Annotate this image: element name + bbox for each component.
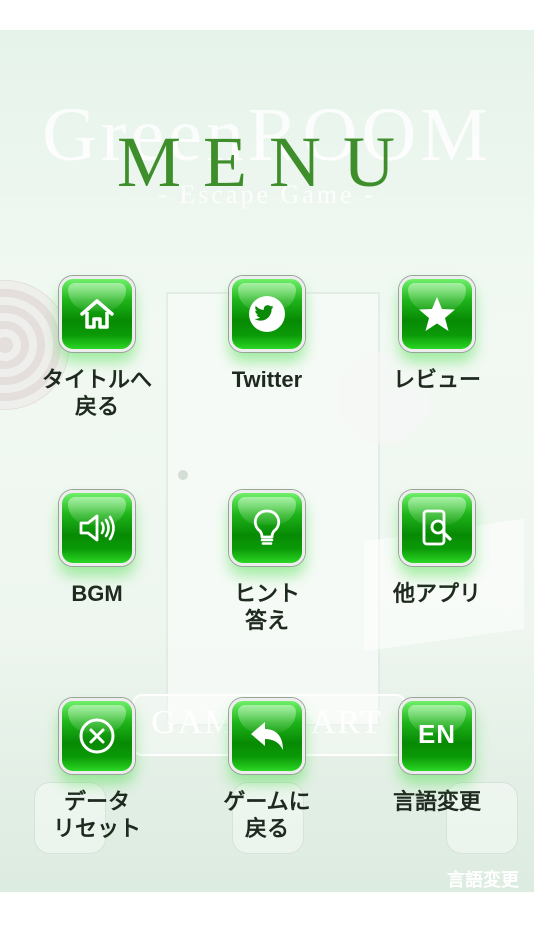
- twitter-icon-button[interactable]: [229, 276, 305, 352]
- back-to-title-icon-button[interactable]: [59, 276, 135, 352]
- menu-title: MENU: [117, 122, 417, 202]
- phone-search-icon: [422, 509, 452, 546]
- speaker-icon: [79, 514, 115, 542]
- hint-answer-label: ヒント 答え: [233, 581, 300, 633]
- hint-answer-button[interactable]: ヒント 答え: [192, 490, 342, 634]
- data-reset-label: データ リセット: [52, 789, 141, 841]
- twitter-icon: [249, 296, 285, 332]
- data-reset-button[interactable]: データ リセット: [22, 698, 172, 842]
- twitter-button[interactable]: Twitter: [192, 276, 342, 393]
- change-language-button[interactable]: EN 言語変更: [362, 698, 512, 815]
- bgm-icon-button[interactable]: [59, 490, 135, 566]
- close-circle-icon: [79, 718, 115, 754]
- bgm-label: BGM: [71, 581, 123, 606]
- twitter-label: Twitter: [231, 367, 303, 392]
- other-apps-label: 他アプリ: [392, 581, 481, 606]
- change-language-icon-button[interactable]: EN: [399, 698, 475, 774]
- background-language-label: 言語変更: [447, 870, 519, 890]
- review-label: レビュー: [392, 367, 481, 392]
- en-icon: EN: [417, 719, 457, 749]
- change-language-label: 言語変更: [392, 789, 481, 814]
- data-reset-icon-button[interactable]: [59, 698, 135, 774]
- lightbulb-icon: [253, 509, 281, 545]
- return-to-game-icon-button[interactable]: [229, 698, 305, 774]
- return-to-game-label: ゲームに 戻る: [223, 789, 311, 841]
- back-to-title-button[interactable]: タイトルへ 戻る: [22, 276, 172, 420]
- review-button[interactable]: レビュー: [362, 276, 512, 393]
- star-icon: [419, 297, 455, 331]
- background-door-knob: [178, 470, 188, 480]
- review-icon-button[interactable]: [399, 276, 475, 352]
- other-apps-icon-button[interactable]: [399, 490, 475, 566]
- return-to-game-button[interactable]: ゲームに 戻る: [192, 698, 342, 842]
- home-icon: [80, 299, 114, 329]
- bgm-button[interactable]: BGM: [22, 490, 172, 607]
- other-apps-button[interactable]: 他アプリ: [362, 490, 512, 607]
- back-arrow-icon: [251, 722, 283, 750]
- hint-answer-icon-button[interactable]: [229, 490, 305, 566]
- game-screen: GreenROOM - Escape Game - GAME START 言語変…: [0, 30, 534, 892]
- back-to-title-label: タイトルへ 戻る: [41, 367, 152, 419]
